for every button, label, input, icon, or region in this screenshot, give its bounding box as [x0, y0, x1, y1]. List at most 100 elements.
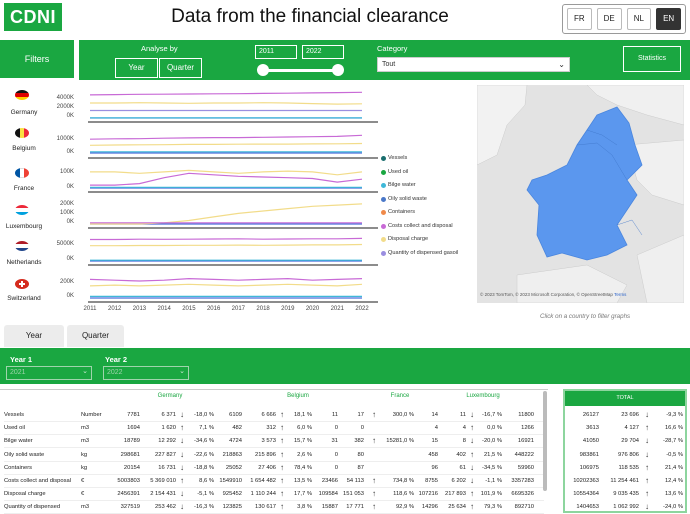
table-row[interactable]: Bilge water m3 18789 12 292 ↓ -34,6 % 4724 3 57… [4, 435, 544, 449]
trend-arrow-icon: ↓ [645, 410, 649, 419]
map-canvas [477, 85, 684, 303]
legend-item[interactable]: Bilge water [381, 182, 416, 188]
x-tick-label: 2016 [206, 306, 221, 312]
row-label: Containers [4, 464, 33, 471]
fr-year2: 87 [357, 464, 364, 471]
fr-year2: 54 113 [346, 478, 364, 484]
table-row[interactable]: Used oil m3 1694 1 620 ↑ 7,1 % 482 312 ↑ 6,0 % 0 0 4… [4, 422, 544, 436]
de-change: 7,1 % [199, 425, 214, 432]
fr-year1: 109584 [318, 491, 338, 498]
de-year2: 5 369 010 [150, 478, 176, 484]
table-row[interactable]: Vessels Number 7781 6 371 ↓ -18,0 % 6109 6 666 ↑… [4, 409, 544, 422]
x-tick-label: 2012 [108, 306, 122, 312]
de-year2: 16 731 [158, 464, 176, 471]
legend-item[interactable]: Used oil [381, 169, 408, 175]
legend-swatch [381, 237, 386, 242]
de-change: 8,6 % [199, 478, 214, 484]
series-line-switzerland-disposal-charge [89, 283, 363, 287]
series-line-france-disposal-charge [90, 169, 363, 176]
legend-item[interactable]: Oily solid waste [381, 196, 427, 202]
be-year2: 130 617 [255, 504, 276, 511]
next-column-value: 448222 [514, 451, 534, 458]
total-year1: 3613 [586, 425, 599, 432]
legend-item[interactable]: Disposal charge [381, 236, 428, 242]
lu-year2: 61 [459, 464, 466, 471]
x-tick-label: 2017 [231, 306, 246, 312]
year1-select[interactable]: 2021 ⌄ [6, 366, 92, 380]
trend-arrow-icon: ↓ [180, 489, 184, 499]
be-year2: 1 654 482 [250, 478, 276, 484]
table-row[interactable]: Containers kg 20154 16 731 ↓ -18,8 % 25052 27 4… [4, 462, 544, 475]
lu-change: -34,5 % [482, 464, 502, 471]
row-unit: m3 [81, 425, 90, 432]
total-year1: 41050 [582, 438, 599, 445]
tab-year[interactable]: Year [4, 325, 64, 347]
lu-change: -20,0 % [482, 438, 502, 445]
be-year2: 27 406 [258, 464, 276, 471]
row-label: Vessels [4, 412, 24, 418]
be-year1: 25052 [225, 464, 242, 471]
total-year2: 9 035 435 [613, 491, 639, 498]
lu-year2: 402 [456, 451, 466, 458]
fr-year2: 0 [360, 425, 364, 432]
fr-year2: 80 [357, 451, 364, 458]
table-row[interactable]: Costs collect and disposal €5003803 5 369 … [4, 475, 544, 488]
x-tick-label: 2015 [182, 306, 196, 312]
next-column-value: 3357283 [511, 478, 534, 484]
trend-arrow-icon: ↓ [645, 449, 649, 459]
x-tick-label: 2022 [355, 306, 369, 312]
legend-item[interactable]: Vessels [381, 155, 407, 161]
de-change: -22,6 % [194, 451, 214, 458]
be-year1: 218863 [222, 451, 242, 458]
series-line-switzerland-costs-collect-and-disposal [89, 277, 363, 282]
be-change: 17,7 % [293, 491, 312, 498]
be-change: 3,8 % [297, 504, 312, 511]
lu-year2: 6 202 [451, 478, 466, 484]
table-row[interactable]: Oily solid waste kg 298681 227 827 ↓ -22,6 % 2… [4, 449, 544, 462]
total-change: -0,5 % [666, 451, 683, 458]
totals-row: 983861 976 806 ↓ -0,5 % [565, 449, 685, 462]
map-caption: Click on a country to filter graphs [540, 313, 631, 320]
trend-arrow-icon: ↑ [180, 423, 184, 433]
legend-swatch [381, 196, 386, 202]
next-column-value: 1266 [521, 425, 534, 432]
be-year2: 6 666 [261, 412, 276, 418]
column-header-france: France [390, 393, 410, 399]
fr-change: 118,6 % [393, 491, 414, 498]
row-label: Costs collect and disposal [4, 478, 72, 484]
total-year2: 976 806 [618, 451, 639, 458]
de-change: -18,8 % [194, 464, 214, 471]
fr-year1: 15887 [321, 504, 338, 511]
legend-item[interactable]: Containers [381, 209, 415, 215]
be-year1: 482 [232, 425, 242, 432]
legend-item[interactable]: Costs collect and disposal [381, 223, 453, 229]
trend-arrow-icon: ↑ [645, 462, 649, 472]
table-row[interactable]: Disposal charge €2456391 2 154 431 ↓ -5,1 % 9… [4, 488, 544, 502]
total-change: 13,6 % [664, 491, 683, 498]
trend-arrow-icon: ↓ [645, 502, 649, 512]
fr-year1: 31 [331, 438, 338, 445]
lu-year2: 25 634 [448, 504, 466, 511]
next-column-value: 6695326 [511, 491, 534, 498]
trend-arrow-icon: ↓ [180, 462, 184, 472]
year2-select[interactable]: 2022 ⌄ [103, 366, 189, 380]
row-unit: m3 [81, 504, 90, 511]
europe-map[interactable]: © 2023 TomTom, © 2023 Microsoft Corporat… [477, 85, 684, 303]
total-change: -9,3 % [666, 412, 683, 418]
legend-swatch [381, 169, 386, 175]
table-row[interactable]: Quantity of dispensed m3 327519 253 462 ↓ -16… [4, 501, 544, 514]
lu-year2: 8 [462, 438, 466, 445]
be-year1: 925452 [222, 491, 242, 498]
x-tick-label: 2020 [305, 306, 320, 312]
table-scrollbar[interactable] [543, 391, 547, 491]
trend-arrow-icon: ↑ [645, 476, 649, 485]
trend-arrow-icon: ↑ [372, 489, 376, 499]
legend-item[interactable]: Quantity of dispensed gasoil [381, 250, 458, 256]
fr-year1: 0 [334, 451, 338, 458]
fr-year2: 151 053 [343, 491, 364, 498]
legend-swatch [381, 250, 386, 256]
de-year1: 20154 [123, 464, 140, 471]
x-tick-label: 2013 [132, 306, 147, 312]
tab-quarter[interactable]: Quarter [67, 325, 124, 347]
next-column-value: 892710 [514, 504, 534, 511]
